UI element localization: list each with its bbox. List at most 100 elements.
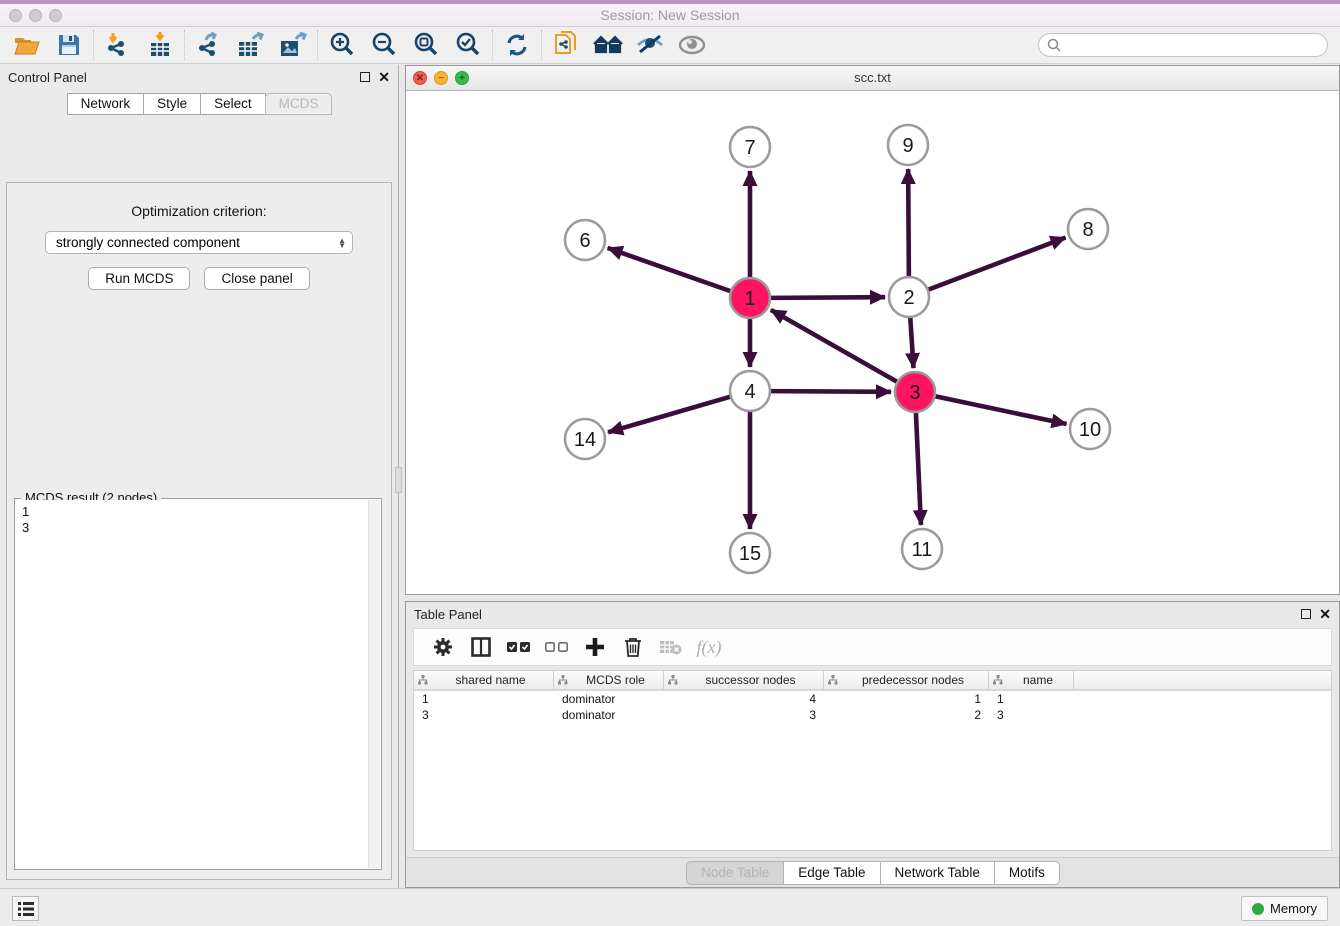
- right-column: ✕ − + scc.txt 7968124314101511 Table Pan…: [399, 65, 1340, 888]
- run-mcds-button[interactable]: Run MCDS: [88, 267, 190, 290]
- table-cell[interactable]: dominator: [554, 707, 664, 723]
- network-minimize-button[interactable]: −: [434, 71, 448, 85]
- table-cell[interactable]: 1: [414, 691, 554, 707]
- table-cell[interactable]: 1: [989, 691, 1074, 707]
- open-network-file-icon[interactable]: [545, 28, 587, 62]
- column-header-label: predecessor nodes: [842, 673, 984, 687]
- add-row-icon[interactable]: [576, 630, 614, 664]
- table-row: 1dominator411: [414, 691, 1331, 707]
- control-panel-close-icon[interactable]: ✕: [378, 72, 390, 82]
- column-header-MCDS-role[interactable]: MCDS role: [554, 671, 664, 689]
- table-tab-edge-table[interactable]: Edge Table: [783, 861, 880, 885]
- control-tab-select[interactable]: Select: [200, 93, 266, 115]
- network-canvas[interactable]: 7 9 6 8 1 2 4 3 14 10 15 11: [406, 91, 1339, 594]
- hierarchy-icon: [418, 675, 428, 685]
- table-cell[interactable]: dominator: [554, 691, 664, 707]
- edge-3-11[interactable]: [916, 412, 921, 525]
- home-view-icon[interactable]: [587, 28, 629, 62]
- window-close-button[interactable]: [9, 9, 22, 22]
- zoom-in-icon[interactable]: [321, 28, 363, 62]
- delete-row-icon[interactable]: [614, 630, 652, 664]
- window-zoom-button[interactable]: [49, 9, 62, 22]
- edge-3-1[interactable]: [771, 310, 898, 382]
- table-cell[interactable]: 4: [664, 691, 824, 707]
- export-network-icon[interactable]: [188, 28, 230, 62]
- table-settings-icon[interactable]: [424, 630, 462, 664]
- table-tab-motifs[interactable]: Motifs: [994, 861, 1060, 885]
- export-image-icon[interactable]: [272, 28, 314, 62]
- node-label: 15: [739, 543, 761, 565]
- node-2[interactable]: 2: [889, 277, 929, 317]
- column-header-label: shared name: [432, 673, 549, 687]
- network-close-button[interactable]: ✕: [413, 71, 427, 85]
- column-header-name[interactable]: name: [989, 671, 1074, 689]
- column-header-successor-nodes[interactable]: successor nodes: [664, 671, 824, 689]
- node-14[interactable]: 14: [565, 419, 605, 459]
- edge-2-8[interactable]: [928, 238, 1066, 290]
- edge-4-3[interactable]: [770, 391, 891, 392]
- edge-2-9[interactable]: [908, 169, 909, 277]
- table-panel-close-icon[interactable]: ✕: [1319, 609, 1331, 619]
- toolbar-separator: [184, 30, 185, 60]
- node-table: shared name MCDS role successor nodes prede…: [413, 670, 1332, 851]
- close-panel-button[interactable]: Close panel: [204, 267, 309, 290]
- mcds-result-list[interactable]: 13: [16, 500, 368, 868]
- table-cell[interactable]: 3: [989, 707, 1074, 723]
- table-tab-network-table[interactable]: Network Table: [880, 861, 995, 885]
- edge-4-14[interactable]: [608, 397, 731, 433]
- panel-splitter-handle[interactable]: [395, 467, 402, 493]
- table-cell[interactable]: 3: [414, 707, 554, 723]
- refresh-icon[interactable]: [496, 28, 538, 62]
- control-tab-style[interactable]: Style: [143, 93, 201, 115]
- hierarchy-icon: [828, 675, 838, 685]
- node-1[interactable]: 1: [730, 278, 770, 318]
- edge-1-2[interactable]: [770, 297, 885, 298]
- node-3[interactable]: 3: [895, 372, 935, 412]
- node-6[interactable]: 6: [565, 220, 605, 260]
- zoom-selected-icon[interactable]: [447, 28, 489, 62]
- memory-label: Memory: [1270, 901, 1317, 916]
- task-history-button[interactable]: [12, 896, 39, 921]
- edge-1-6[interactable]: [608, 248, 731, 291]
- control-tab-mcds[interactable]: MCDS: [265, 93, 333, 115]
- node-4[interactable]: 4: [730, 371, 770, 411]
- open-session-icon[interactable]: [6, 28, 48, 62]
- hide-selected-icon[interactable]: [629, 28, 671, 62]
- node-11[interactable]: 11: [902, 529, 942, 569]
- network-maximize-button[interactable]: +: [455, 71, 469, 85]
- edge-3-10[interactable]: [935, 396, 1067, 424]
- select-all-checkboxes-icon[interactable]: [500, 630, 538, 664]
- window-minimize-button[interactable]: [29, 9, 42, 22]
- save-session-icon[interactable]: [48, 28, 90, 62]
- table-tab-node-table[interactable]: Node Table: [686, 861, 784, 885]
- main-area: Control Panel ✕ NetworkStyleSelectMCDS O…: [0, 65, 1340, 888]
- node-8[interactable]: 8: [1068, 209, 1108, 249]
- column-header-label: successor nodes: [682, 673, 819, 687]
- split-column-icon[interactable]: [462, 630, 500, 664]
- control-tab-network[interactable]: Network: [67, 93, 145, 115]
- zoom-fit-icon[interactable]: [405, 28, 447, 62]
- control-panel-float-icon[interactable]: [360, 72, 370, 82]
- column-header-shared-name[interactable]: shared name: [414, 671, 554, 689]
- node-10[interactable]: 10: [1070, 409, 1110, 449]
- clear-all-checkboxes-icon[interactable]: [538, 630, 576, 664]
- edge-2-3[interactable]: [910, 317, 913, 368]
- table-cell[interactable]: 3: [664, 707, 824, 723]
- mcds-result-scrollbar[interactable]: [368, 500, 380, 868]
- export-table-icon[interactable]: [230, 28, 272, 62]
- show-all-icon[interactable]: [671, 28, 713, 62]
- node-9[interactable]: 9: [888, 125, 928, 165]
- memory-button[interactable]: Memory: [1241, 896, 1328, 921]
- optimization-criterion-select[interactable]: strongly connected component ▲▼: [45, 231, 353, 254]
- zoom-out-icon[interactable]: [363, 28, 405, 62]
- import-network-icon[interactable]: [97, 28, 139, 62]
- node-label: 14: [574, 429, 596, 451]
- node-7[interactable]: 7: [730, 127, 770, 167]
- table-panel-float-icon[interactable]: [1301, 609, 1311, 619]
- node-15[interactable]: 15: [730, 533, 770, 573]
- import-table-icon[interactable]: [139, 28, 181, 62]
- table-cell[interactable]: 1: [824, 691, 989, 707]
- search-input[interactable]: [1066, 38, 1319, 53]
- table-cell[interactable]: 2: [824, 707, 989, 723]
- column-header-predecessor-nodes[interactable]: predecessor nodes: [824, 671, 989, 689]
